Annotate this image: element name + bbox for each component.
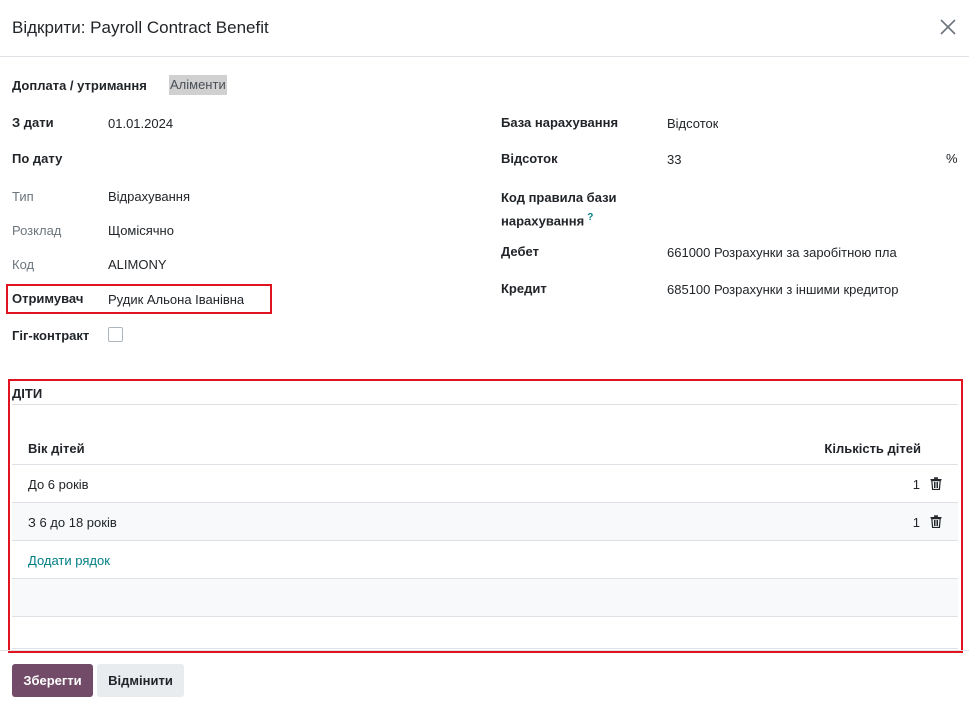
- benefit-type-label: Доплата / утримання: [12, 78, 147, 93]
- debit-field[interactable]: 661000 Розрахунки за заробітною пла: [667, 245, 912, 260]
- code-label: Код: [12, 257, 35, 272]
- debit-label: Дебет: [501, 244, 539, 259]
- date-from-field[interactable]: 01.01.2024: [108, 116, 173, 131]
- rule-code-label-line1: Код правила бази: [501, 190, 617, 205]
- percent-field[interactable]: 33: [667, 152, 681, 167]
- row-age: З 6 до 18 років: [28, 515, 117, 530]
- close-icon[interactable]: [937, 16, 959, 38]
- column-age[interactable]: Вік дітей: [28, 441, 85, 456]
- benefit-type-field[interactable]: Аліменти: [169, 75, 227, 95]
- column-count[interactable]: Кількість дітей: [824, 441, 921, 456]
- recipient-label: Отримувач: [12, 291, 84, 306]
- add-line-link[interactable]: Додати рядок: [28, 553, 110, 568]
- rule-code-label: Код правила бази нарахування?: [501, 188, 617, 231]
- table-row[interactable]: З 6 до 18 років 1: [12, 503, 958, 541]
- credit-label: Кредит: [501, 281, 547, 296]
- dialog-header: Відкрити: Payroll Contract Benefit: [0, 0, 969, 57]
- add-line-row: Додати рядок: [12, 541, 958, 579]
- help-icon[interactable]: ?: [587, 212, 593, 223]
- recipient-field[interactable]: Рудик Альона Іванівна: [108, 292, 244, 307]
- empty-row: [12, 579, 958, 617]
- gig-contract-checkbox[interactable]: [108, 327, 123, 342]
- footer-divider: [0, 650, 969, 651]
- schedule-value: Щомісячно: [108, 223, 174, 238]
- percent-label: Відсоток: [501, 151, 558, 166]
- table-header: Вік дітей Кількість дітей: [12, 427, 958, 465]
- trash-icon[interactable]: [930, 515, 942, 528]
- dialog-title: Відкрити: Payroll Contract Benefit: [12, 18, 269, 37]
- row-age: До 6 років: [28, 477, 89, 492]
- trash-icon[interactable]: [930, 477, 942, 490]
- percent-unit: %: [946, 151, 958, 166]
- empty-row: [12, 617, 958, 649]
- credit-field[interactable]: 685100 Розрахунки з іншими кредитор: [667, 282, 912, 297]
- schedule-label: Розклад: [12, 223, 62, 238]
- gig-contract-label: Гіг-контракт: [12, 328, 90, 343]
- children-section-title: ДІТИ: [12, 386, 43, 401]
- base-field[interactable]: Відсоток: [667, 116, 718, 131]
- save-button[interactable]: Зберегти: [12, 664, 93, 697]
- rule-code-label-line2: нарахування: [501, 213, 585, 229]
- date-to-field[interactable]: [108, 151, 468, 167]
- table-row[interactable]: До 6 років 1: [12, 465, 958, 503]
- row-count: 1: [912, 515, 920, 530]
- code-value: ALIMONY: [108, 257, 167, 272]
- date-to-label: По дату: [12, 151, 63, 166]
- date-from-label: З дати: [12, 115, 54, 130]
- type-label: Тип: [12, 189, 34, 204]
- discard-button[interactable]: Відмінити: [97, 664, 184, 697]
- type-value: Відрахування: [108, 189, 190, 204]
- row-count: 1: [912, 477, 920, 492]
- base-label: База нарахування: [501, 115, 619, 130]
- section-divider: [12, 404, 958, 405]
